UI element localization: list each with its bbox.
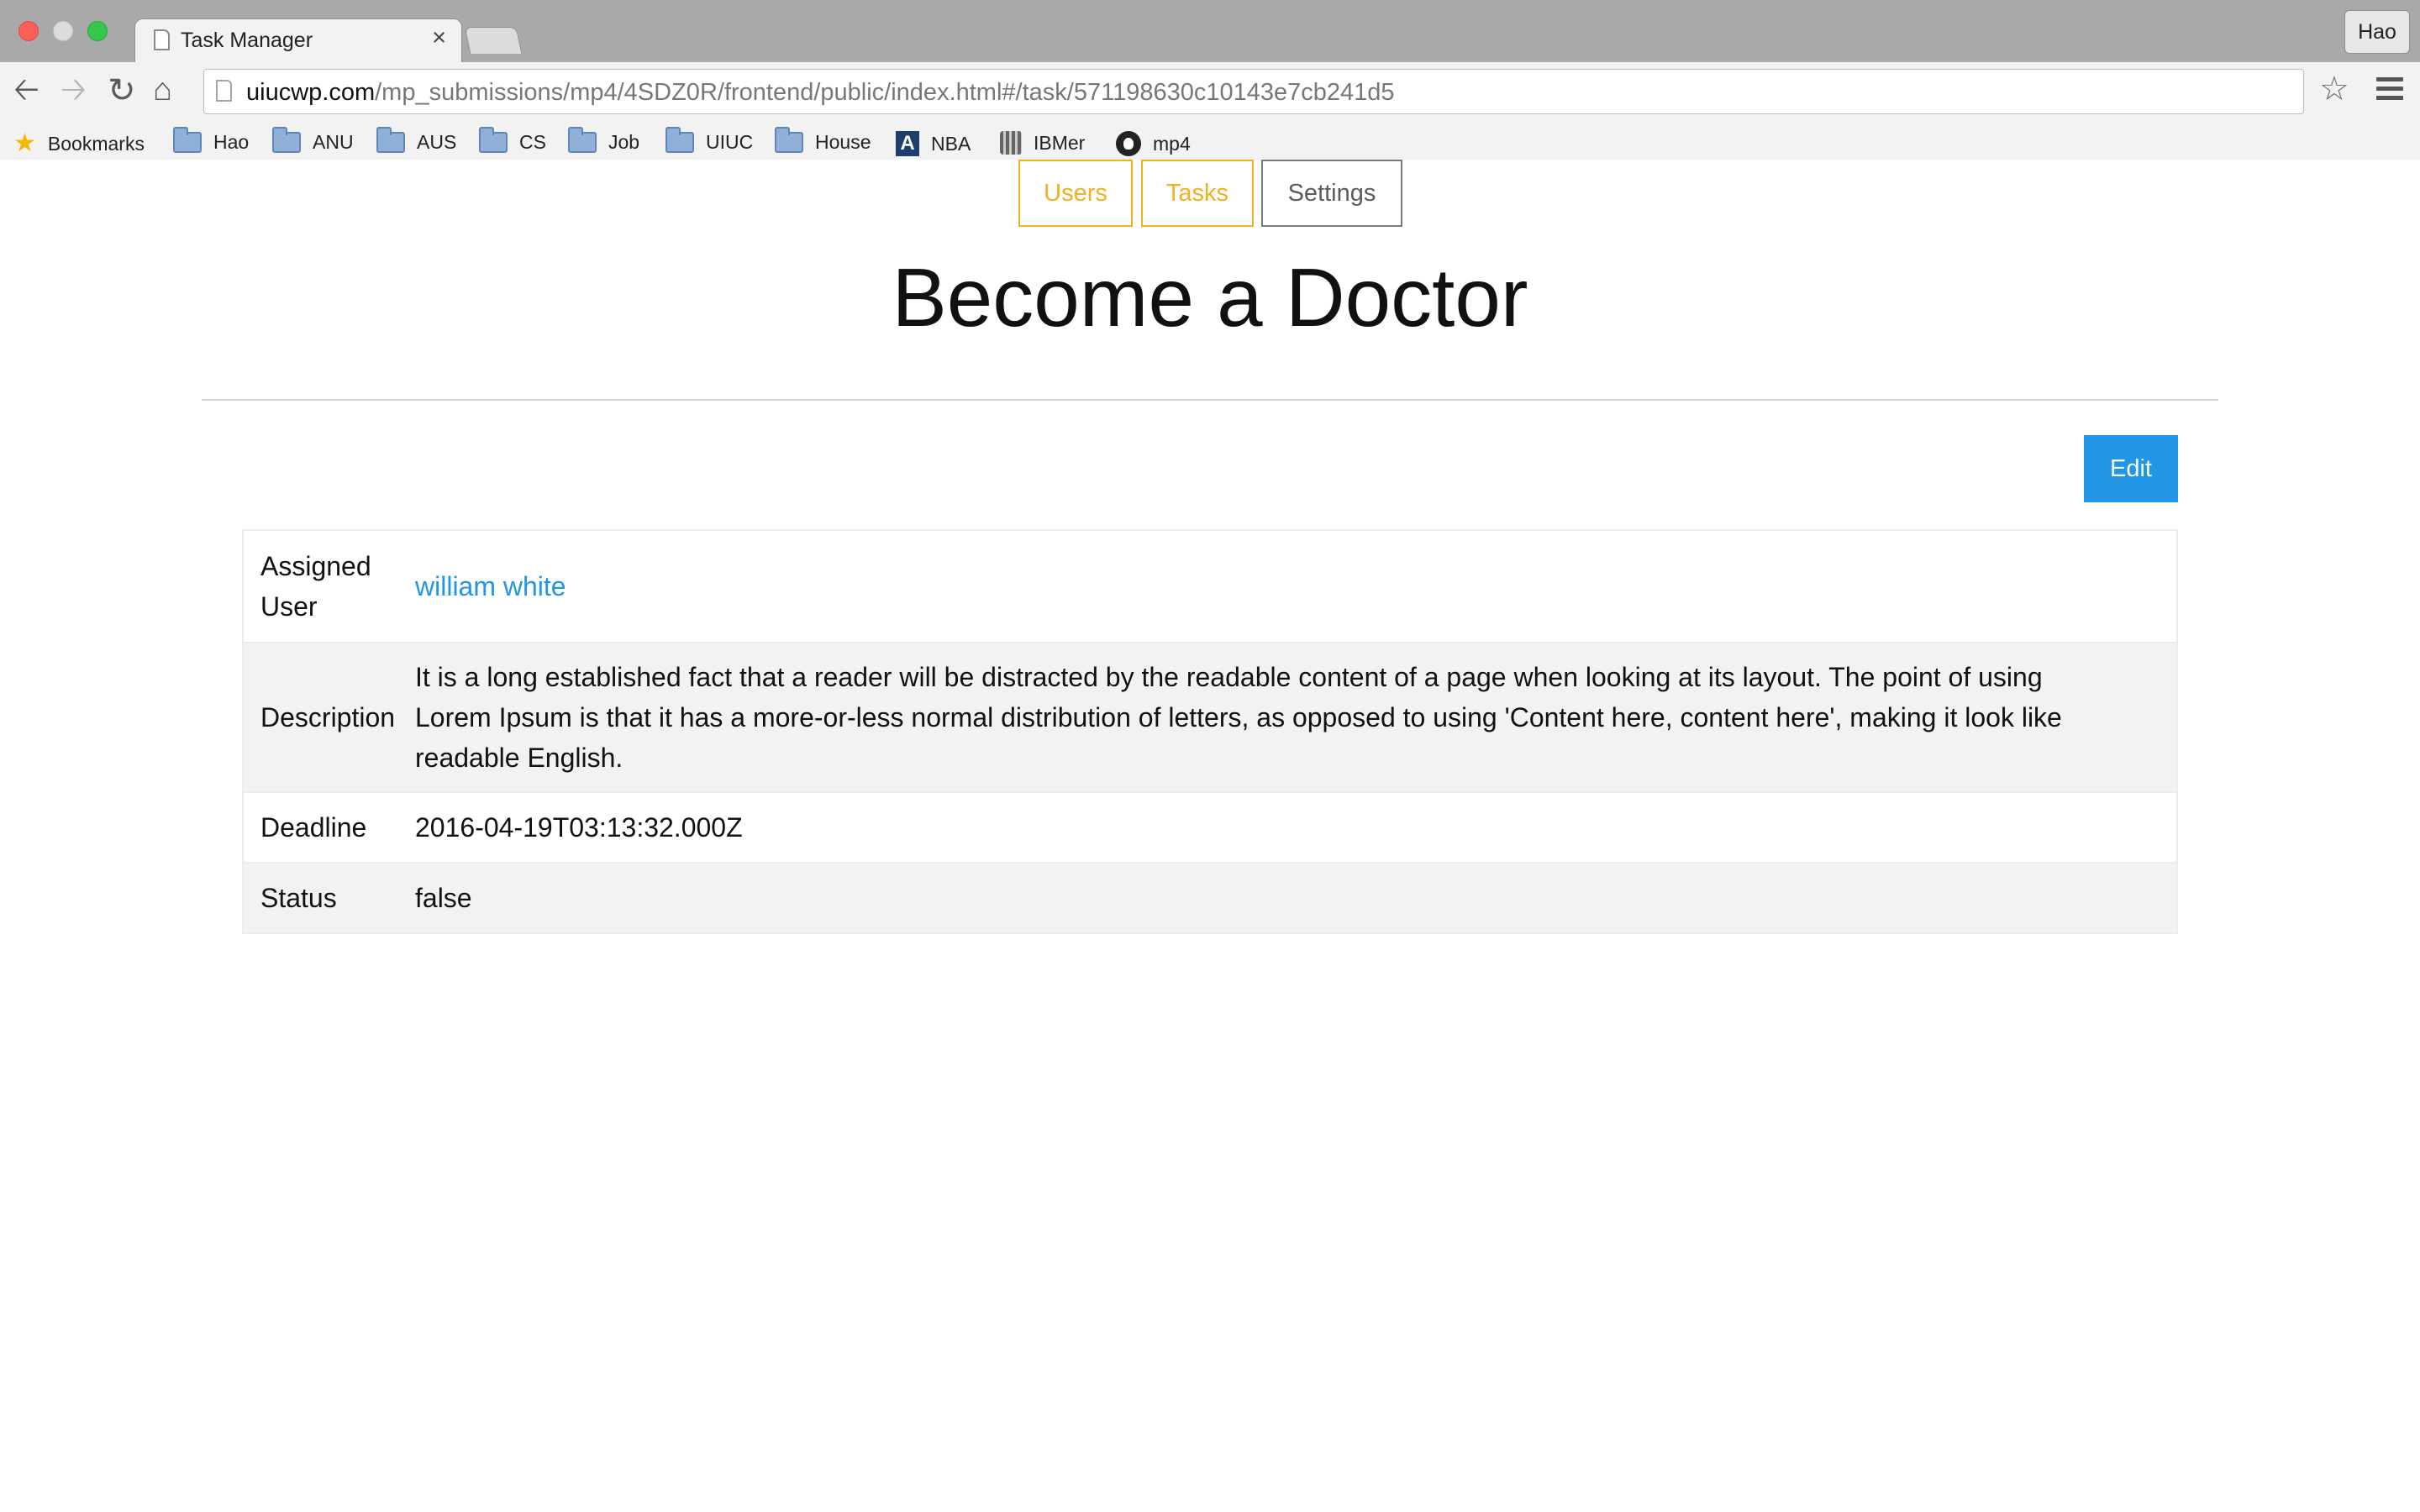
browser-tab-bar: Task Manager × Hao (0, 0, 2420, 62)
table-row: Description It is a long established fac… (244, 642, 2176, 791)
bookmark-label: Hao (213, 131, 250, 153)
maximize-window-button[interactable] (87, 21, 108, 41)
bookmark-label: CS (519, 131, 546, 153)
url-path: /mp_submissions/mp4/4SDZ0R/frontend/publ… (375, 79, 1395, 106)
nav-users-button[interactable]: Users (1018, 160, 1133, 227)
nav-tasks-button[interactable]: Tasks (1141, 160, 1254, 227)
row-value-assigned-user: william white (415, 531, 2176, 642)
bookmark-label: UIUC (706, 131, 754, 153)
ibm-icon (1000, 131, 1022, 155)
bookmark-item[interactable]: House (775, 127, 871, 154)
address-bar[interactable]: uiucwp.com/mp_submissions/mp4/4SDZ0R/fro… (203, 69, 2304, 114)
row-value-description: It is a long established fact that a rea… (415, 662, 2062, 773)
new-tab-button[interactable] (464, 27, 523, 54)
bookmark-item[interactable]: CS (479, 127, 546, 154)
task-detail-table: Assigned User william white Description … (242, 529, 2178, 934)
browser-menu-icon[interactable] (2376, 77, 2403, 105)
folder-icon (666, 127, 694, 153)
profile-button[interactable]: Hao (2344, 10, 2410, 54)
forward-arrow-icon[interactable]: 🡢 (60, 74, 87, 106)
row-label-status: Status (260, 883, 337, 913)
bookmark-item[interactable]: A NBA (896, 131, 971, 156)
bookmark-label: Bookmarks (47, 132, 145, 155)
page-content: Users Tasks Settings Become a Doctor Edi… (0, 160, 2420, 1512)
bookmark-label: NBA (931, 132, 971, 155)
back-arrow-icon[interactable]: 🡠 (13, 74, 39, 106)
table-row: Status false (244, 862, 2176, 932)
table-row: Assigned User william white (244, 531, 2176, 642)
bookmark-label: mp4 (1153, 132, 1191, 155)
minimize-window-button[interactable] (53, 21, 73, 41)
row-value-deadline: 2016-04-19T03:13:32.000Z (415, 812, 743, 843)
nav-settings-button[interactable]: Settings (1261, 160, 1402, 227)
edit-button[interactable]: Edit (2084, 435, 2178, 502)
close-window-button[interactable] (18, 21, 39, 41)
close-tab-icon[interactable]: × (432, 26, 446, 50)
bookmark-label: Job (608, 131, 640, 153)
bookmarks-bar: ★ Bookmarks Hao ANU AUS CS Job UIUC House A NBA IBM… (0, 123, 2420, 161)
assigned-user-link[interactable]: william white (415, 566, 566, 606)
bookmark-item[interactable]: Job (568, 127, 640, 154)
reload-icon[interactable]: ↻ (108, 74, 136, 108)
bookmark-item[interactable]: AUS (376, 127, 457, 154)
browser-tab-active[interactable]: Task Manager × (134, 18, 462, 62)
document-icon (154, 29, 170, 50)
table-row: Deadline 2016-04-19T03:13:32.000Z (244, 791, 2176, 862)
bookmark-label: IBMer (1034, 131, 1086, 154)
folder-icon (568, 127, 597, 153)
page-icon (216, 80, 232, 102)
folder-icon (376, 127, 405, 153)
home-icon[interactable]: ⌂ (153, 74, 172, 106)
bookmark-label: ANU (313, 131, 354, 153)
bookmark-item[interactable]: IBMer (1000, 131, 1085, 155)
bookmark-star-icon[interactable]: ☆ (2319, 72, 2349, 106)
tab-title: Task Manager (181, 29, 313, 52)
folder-icon (775, 127, 803, 153)
folder-icon (173, 127, 202, 153)
title-divider (202, 399, 2218, 401)
row-label-assigned-user: Assigned User (244, 531, 415, 642)
row-label-description: Description (260, 702, 396, 732)
folder-icon (479, 127, 508, 153)
a-logo-icon: A (896, 131, 919, 156)
star-icon: ★ (13, 129, 36, 157)
bookmark-item[interactable]: UIUC (666, 127, 754, 154)
github-icon (1116, 131, 1141, 156)
folder-icon (272, 127, 301, 153)
bookmark-item[interactable]: Hao (173, 127, 250, 154)
page-title: Become a Doctor (892, 251, 1528, 344)
bookmark-item[interactable]: ANU (272, 127, 354, 154)
bookmark-item[interactable]: mp4 (1116, 131, 1191, 156)
row-label-deadline: Deadline (260, 812, 367, 843)
row-label-text: Assigned User (260, 551, 371, 622)
bookmark-item[interactable]: ★ Bookmarks (13, 131, 145, 156)
row-value-status: false (415, 883, 472, 913)
url-domain: uiucwp.com (246, 79, 376, 106)
bookmark-label: AUS (417, 131, 457, 153)
url-text[interactable]: uiucwp.com/mp_submissions/mp4/4SDZ0R/fro… (246, 79, 1395, 107)
bookmark-label: House (815, 131, 871, 153)
